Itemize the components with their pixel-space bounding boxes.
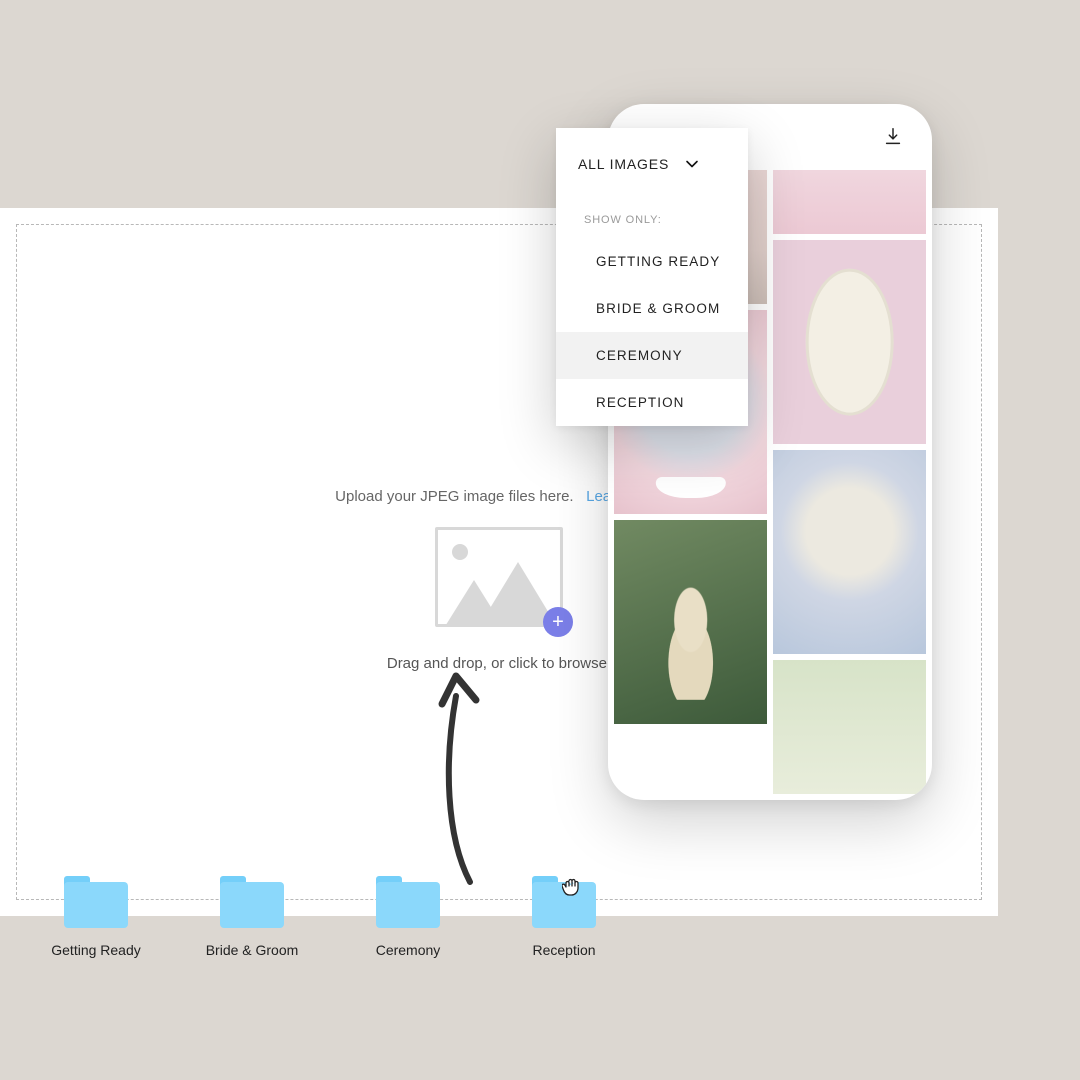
folder-label: Ceremony [376,942,441,958]
folder-icon [532,876,596,928]
plus-glyph: + [552,612,564,632]
filter-option-reception[interactable]: RECEPTION [556,379,748,426]
folder-ceremony[interactable]: Ceremony [354,876,462,958]
folder-reception[interactable]: Reception [510,876,618,958]
filter-option-label: RECEPTION [596,395,684,410]
folder-label: Reception [532,942,595,958]
gallery-image[interactable] [773,170,926,234]
chevron-down-icon [685,157,699,171]
gallery-image[interactable] [614,520,767,724]
image-placeholder[interactable]: + [435,527,563,627]
filter-option-getting-ready[interactable]: GETTING READY [556,238,748,285]
image-placeholder-icon [435,527,563,627]
gallery-image[interactable] [773,450,926,654]
folder-getting-ready[interactable]: Getting Ready [42,876,150,958]
folder-icon [220,876,284,928]
filter-option-label: BRIDE & GROOM [596,301,720,316]
folder-label: Bride & Groom [206,942,299,958]
folder-row: Getting Ready Bride & Groom Ceremony Rec… [42,876,618,958]
folder-icon [376,876,440,928]
upload-headline: Upload your JPEG image files here. [335,488,573,505]
gallery-image[interactable] [773,660,926,794]
filter-option-label: CEREMONY [596,348,683,363]
filter-dropdown: ALL IMAGES SHOW ONLY: GETTING READY BRID… [556,128,748,426]
folder-icon [64,876,128,928]
filter-dropdown-toggle[interactable]: ALL IMAGES [556,128,748,190]
filter-subtitle: SHOW ONLY: [556,190,748,238]
folder-label: Getting Ready [51,942,141,958]
filter-selected-label: ALL IMAGES [578,156,669,172]
gallery-image[interactable] [773,240,926,444]
plus-icon: + [543,607,573,637]
download-icon[interactable] [882,126,904,148]
filter-option-bride-and-groom[interactable]: BRIDE & GROOM [556,285,748,332]
folder-bride-and-groom[interactable]: Bride & Groom [198,876,306,958]
filter-option-label: GETTING READY [596,254,720,269]
filter-option-ceremony[interactable]: CEREMONY [556,332,748,379]
